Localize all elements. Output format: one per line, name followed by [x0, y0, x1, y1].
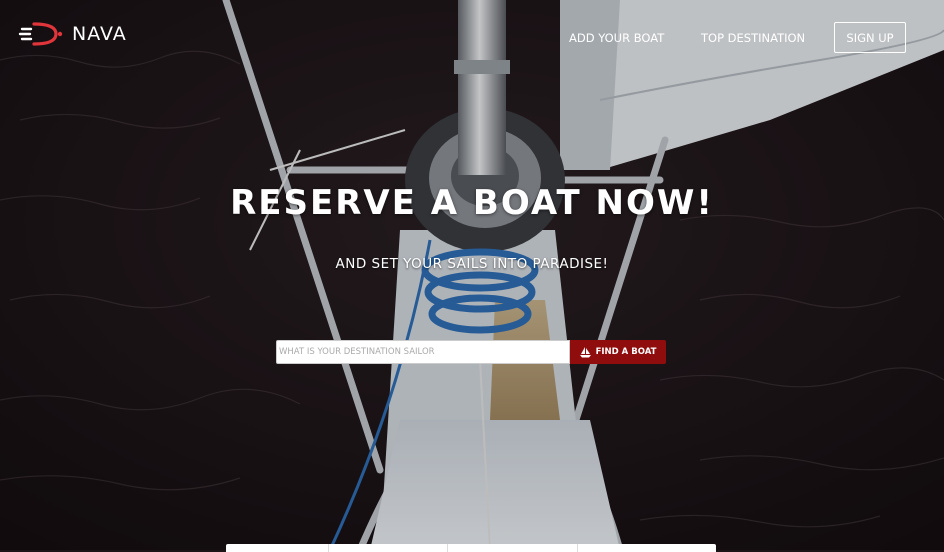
bottom-tabs-strip	[226, 544, 716, 552]
sailboat-bow-photo	[0, 0, 944, 550]
hero-subtitle: AND SET YOUR SAILS INTO PARADISE!	[335, 256, 609, 272]
bottom-tab[interactable]	[226, 544, 329, 552]
bottom-tab[interactable]	[329, 544, 448, 552]
nav-add-your-boat[interactable]: ADD YOUR BOAT	[569, 31, 664, 45]
hero-title: RESERVE A BOAT NOW!	[230, 183, 714, 223]
boat-logo-icon	[18, 22, 63, 46]
hero-background	[0, 0, 944, 550]
sign-up-button[interactable]: SIGN UP	[834, 22, 906, 53]
sailboat-icon	[579, 346, 591, 357]
brand-logo[interactable]: NAVA	[18, 20, 127, 48]
bottom-tab[interactable]	[578, 544, 716, 552]
top-navbar: NAVA ADD YOUR BOAT TOP DESTINATION SIGN …	[0, 0, 944, 76]
find-a-boat-button[interactable]: FIND A BOAT	[570, 340, 666, 364]
brand-name: NAVA	[72, 23, 127, 45]
bottom-tab[interactable]	[448, 544, 578, 552]
find-a-boat-label: FIND A BOAT	[595, 347, 657, 357]
destination-search-input[interactable]	[276, 340, 570, 364]
nav-top-destination[interactable]: TOP DESTINATION	[701, 31, 805, 45]
